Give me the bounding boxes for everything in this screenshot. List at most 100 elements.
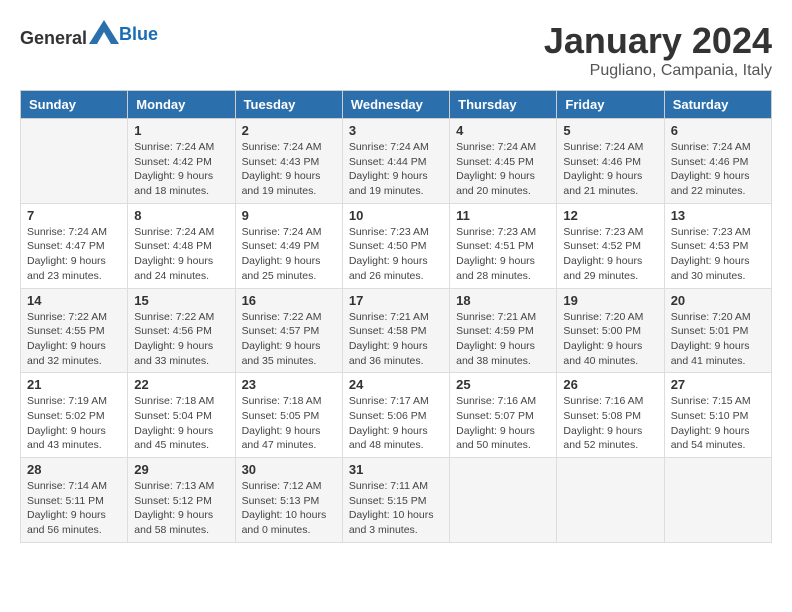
calendar-cell: 22Sunrise: 7:18 AM Sunset: 5:04 PM Dayli… [128, 373, 235, 458]
calendar-header-row: SundayMondayTuesdayWednesdayThursdayFrid… [21, 91, 772, 119]
day-info: Sunrise: 7:23 AM Sunset: 4:53 PM Dayligh… [671, 225, 765, 284]
day-number: 2 [242, 123, 336, 138]
calendar-cell: 2 Sunrise: 7:24 AM Sunset: 4:43 PM Daylig… [235, 119, 342, 204]
calendar-cell: 18Sunrise: 7:21 AM Sunset: 4:59 PM Dayli… [450, 288, 557, 373]
day-number: 24 [349, 377, 443, 392]
calendar-cell: 20 Sunrise: 7:20 AM Sunset: 5:01 PM Dayli… [664, 288, 771, 373]
day-info: Sunrise: 7:16 AM Sunset: 5:08 PM Dayligh… [563, 394, 657, 453]
day-number: 19 [563, 293, 657, 308]
calendar-cell [21, 119, 128, 204]
calendar-cell: 28Sunrise: 7:14 AM Sunset: 5:11 PM Dayli… [21, 458, 128, 543]
day-number: 20 [671, 293, 765, 308]
day-info: Sunrise: 7:23 AM Sunset: 4:50 PM Dayligh… [349, 225, 443, 284]
location: Pugliano, Campania, Italy [544, 62, 772, 80]
day-number: 9 [242, 208, 336, 223]
calendar-cell [664, 458, 771, 543]
day-info: Sunrise: 7:20 AM Sunset: 5:01 PM Dayligh… [671, 310, 765, 369]
day-number: 3 [349, 123, 443, 138]
calendar-week-row: 21 Sunrise: 7:19 AM Sunset: 5:02 PM Dayli… [21, 373, 772, 458]
calendar-cell: 6 Sunrise: 7:24 AM Sunset: 4:46 PM Daylig… [664, 119, 771, 204]
calendar-cell: 17 Sunrise: 7:21 AM Sunset: 4:58 PM Dayli… [342, 288, 449, 373]
day-number: 28 [27, 462, 121, 477]
calendar-cell: 13Sunrise: 7:23 AM Sunset: 4:53 PM Dayli… [664, 203, 771, 288]
day-info: Sunrise: 7:16 AM Sunset: 5:07 PM Dayligh… [456, 394, 550, 453]
calendar-week-row: 28Sunrise: 7:14 AM Sunset: 5:11 PM Dayli… [21, 458, 772, 543]
calendar-cell: 24Sunrise: 7:17 AM Sunset: 5:06 PM Dayli… [342, 373, 449, 458]
day-number: 23 [242, 377, 336, 392]
calendar-header-monday: Monday [128, 91, 235, 119]
calendar-cell: 26 Sunrise: 7:16 AM Sunset: 5:08 PM Dayli… [557, 373, 664, 458]
calendar-cell: 8 Sunrise: 7:24 AM Sunset: 4:48 PM Daylig… [128, 203, 235, 288]
calendar-cell: 11Sunrise: 7:23 AM Sunset: 4:51 PM Dayli… [450, 203, 557, 288]
day-info: Sunrise: 7:13 AM Sunset: 5:12 PM Dayligh… [134, 479, 228, 538]
day-number: 31 [349, 462, 443, 477]
day-info: Sunrise: 7:22 AM Sunset: 4:56 PM Dayligh… [134, 310, 228, 369]
calendar-header-thursday: Thursday [450, 91, 557, 119]
calendar-cell: 21 Sunrise: 7:19 AM Sunset: 5:02 PM Dayli… [21, 373, 128, 458]
day-info: Sunrise: 7:24 AM Sunset: 4:44 PM Dayligh… [349, 140, 443, 199]
day-number: 12 [563, 208, 657, 223]
calendar-cell: 10 Sunrise: 7:23 AM Sunset: 4:50 PM Dayli… [342, 203, 449, 288]
calendar-header-saturday: Saturday [664, 91, 771, 119]
day-number: 26 [563, 377, 657, 392]
day-number: 22 [134, 377, 228, 392]
calendar-cell: 25 Sunrise: 7:16 AM Sunset: 5:07 PM Dayli… [450, 373, 557, 458]
day-number: 21 [27, 377, 121, 392]
calendar-week-row: 14Sunrise: 7:22 AM Sunset: 4:55 PM Dayli… [21, 288, 772, 373]
calendar-cell: 27Sunrise: 7:15 AM Sunset: 5:10 PM Dayli… [664, 373, 771, 458]
day-info: Sunrise: 7:24 AM Sunset: 4:46 PM Dayligh… [671, 140, 765, 199]
day-number: 15 [134, 293, 228, 308]
day-info: Sunrise: 7:20 AM Sunset: 5:00 PM Dayligh… [563, 310, 657, 369]
calendar-header-tuesday: Tuesday [235, 91, 342, 119]
day-number: 4 [456, 123, 550, 138]
day-info: Sunrise: 7:22 AM Sunset: 4:57 PM Dayligh… [242, 310, 336, 369]
logo-general: General [20, 28, 87, 48]
day-number: 10 [349, 208, 443, 223]
day-number: 18 [456, 293, 550, 308]
calendar-cell: 16 Sunrise: 7:22 AM Sunset: 4:57 PM Dayli… [235, 288, 342, 373]
calendar-cell: 14Sunrise: 7:22 AM Sunset: 4:55 PM Dayli… [21, 288, 128, 373]
calendar-table: SundayMondayTuesdayWednesdayThursdayFrid… [20, 90, 772, 543]
calendar-cell [450, 458, 557, 543]
day-number: 14 [27, 293, 121, 308]
day-info: Sunrise: 7:24 AM Sunset: 4:48 PM Dayligh… [134, 225, 228, 284]
day-number: 8 [134, 208, 228, 223]
calendar-cell: 30Sunrise: 7:12 AM Sunset: 5:13 PM Dayli… [235, 458, 342, 543]
day-info: Sunrise: 7:19 AM Sunset: 5:02 PM Dayligh… [27, 394, 121, 453]
calendar-cell: 3 Sunrise: 7:24 AM Sunset: 4:44 PM Daylig… [342, 119, 449, 204]
calendar-cell: 19 Sunrise: 7:20 AM Sunset: 5:00 PM Dayli… [557, 288, 664, 373]
calendar-cell: 1Sunrise: 7:24 AM Sunset: 4:42 PM Daylig… [128, 119, 235, 204]
month-title: January 2024 [544, 20, 772, 62]
calendar-cell: 31Sunrise: 7:11 AM Sunset: 5:15 PM Dayli… [342, 458, 449, 543]
day-number: 16 [242, 293, 336, 308]
calendar-header-wednesday: Wednesday [342, 91, 449, 119]
calendar-cell: 12 Sunrise: 7:23 AM Sunset: 4:52 PM Dayli… [557, 203, 664, 288]
logo-icon [89, 20, 119, 44]
day-number: 1 [134, 123, 228, 138]
day-info: Sunrise: 7:18 AM Sunset: 5:05 PM Dayligh… [242, 394, 336, 453]
calendar-cell: 4 Sunrise: 7:24 AM Sunset: 4:45 PM Daylig… [450, 119, 557, 204]
day-number: 6 [671, 123, 765, 138]
calendar-week-row: 1Sunrise: 7:24 AM Sunset: 4:42 PM Daylig… [21, 119, 772, 204]
calendar-cell: 15 Sunrise: 7:22 AM Sunset: 4:56 PM Dayli… [128, 288, 235, 373]
day-info: Sunrise: 7:24 AM Sunset: 4:45 PM Dayligh… [456, 140, 550, 199]
day-number: 7 [27, 208, 121, 223]
calendar-week-row: 7 Sunrise: 7:24 AM Sunset: 4:47 PM Daylig… [21, 203, 772, 288]
day-info: Sunrise: 7:24 AM Sunset: 4:46 PM Dayligh… [563, 140, 657, 199]
calendar-cell: 7 Sunrise: 7:24 AM Sunset: 4:47 PM Daylig… [21, 203, 128, 288]
calendar-cell: 23 Sunrise: 7:18 AM Sunset: 5:05 PM Dayli… [235, 373, 342, 458]
page-header: General Blue January 2024 Pugliano, Camp… [20, 20, 772, 80]
day-number: 5 [563, 123, 657, 138]
day-number: 29 [134, 462, 228, 477]
logo-blue: Blue [119, 24, 158, 44]
calendar-header-friday: Friday [557, 91, 664, 119]
day-info: Sunrise: 7:23 AM Sunset: 4:52 PM Dayligh… [563, 225, 657, 284]
day-number: 11 [456, 208, 550, 223]
day-number: 25 [456, 377, 550, 392]
day-number: 17 [349, 293, 443, 308]
calendar-cell [557, 458, 664, 543]
day-info: Sunrise: 7:24 AM Sunset: 4:43 PM Dayligh… [242, 140, 336, 199]
calendar-cell: 5 Sunrise: 7:24 AM Sunset: 4:46 PM Daylig… [557, 119, 664, 204]
day-info: Sunrise: 7:24 AM Sunset: 4:47 PM Dayligh… [27, 225, 121, 284]
day-info: Sunrise: 7:21 AM Sunset: 4:58 PM Dayligh… [349, 310, 443, 369]
